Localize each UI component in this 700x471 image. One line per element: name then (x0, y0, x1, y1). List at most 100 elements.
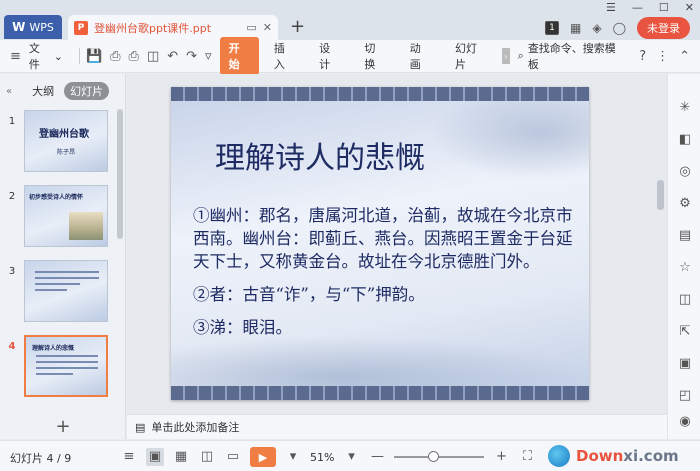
more-icon[interactable]: ⋮ (656, 49, 669, 64)
export-pdf-icon[interactable]: ⎙ (110, 49, 120, 64)
redo-icon[interactable]: ↷ (186, 49, 197, 64)
status-bar: 幻灯片 4 / 9 ≡ ▣ ▦ ◫ ▭ ▶ ▾ 51% ▾ — + ⛶ Down… (0, 440, 700, 471)
image-icon[interactable]: ▣ (677, 356, 693, 372)
watermark-text: Downxi.com (576, 447, 679, 465)
slide-border-bottom (171, 386, 589, 400)
thumb-landscape-image (69, 212, 103, 240)
fit-window-icon[interactable]: ⛶ (518, 448, 536, 466)
slide-paragraph: ②者：古音“诈”，与“下”押韵。 (193, 285, 425, 304)
slide-thumbnail-active[interactable]: 理解诗人的悲慨 (24, 335, 108, 397)
slide-thumb-row[interactable]: 1 登幽州台歌 陈子昂 (0, 110, 118, 172)
save-icon[interactable]: 💾 (86, 49, 102, 64)
print-icon[interactable]: ⎙ (129, 49, 139, 64)
zoom-slider[interactable] (394, 451, 485, 462)
slide-paragraph: ③涕：眼泪。 (193, 318, 292, 337)
add-slide-button[interactable]: + (0, 414, 126, 438)
tab-slideshow[interactable]: 幻灯片 (446, 37, 496, 75)
right-toolbar: ✳ ◧ ◎ ⚙ ▤ ☆ ◫ ⇱ ▣ ◰ ◉ (667, 74, 700, 439)
tab-design[interactable]: 设计 (310, 37, 349, 75)
current-slide[interactable]: 理解诗人的悲慨 ①幽州：郡名，唐属河北道，治蓟，故城在今北京市西南。幽州台：即蓟… (171, 87, 589, 400)
close-window-icon[interactable]: ✕ (685, 1, 694, 14)
slide-thumb-row[interactable]: 3 (0, 260, 118, 322)
star-icon[interactable]: ☆ (677, 260, 693, 276)
reading-view-icon[interactable]: ◫ (198, 448, 216, 466)
normal-view-icon[interactable]: ▣ (146, 448, 164, 466)
menu-icon[interactable]: ☰ (606, 1, 616, 14)
thumb-title: 初步感受诗人的情怀 (29, 194, 84, 201)
thumbnail-scrollbar[interactable] (117, 109, 123, 239)
zoom-slider-thumb[interactable] (428, 451, 440, 462)
zoom-level[interactable]: 51% (310, 451, 334, 464)
settings-icon[interactable]: ⚙ (677, 196, 693, 212)
tab-transition[interactable]: 切换 (355, 37, 394, 75)
tab-animation[interactable]: 动画 (401, 37, 440, 75)
close-tab-icon[interactable]: ✕ (263, 21, 272, 34)
hamburger-icon[interactable]: ≡ (10, 49, 21, 64)
sorter-view-icon[interactable]: ▦ (172, 448, 190, 466)
play-options-icon[interactable]: ▾ (284, 448, 302, 466)
file-menu-label: 文件 (28, 42, 40, 71)
slide-counter: 幻灯片 4 / 9 (10, 452, 72, 465)
thumb-text-lines (35, 271, 99, 295)
maximize-icon[interactable]: ☐ (659, 1, 669, 14)
skin-icon[interactable]: ◈ (592, 21, 601, 35)
screen-icon[interactable]: ▭ (246, 21, 256, 34)
play-slideshow-button[interactable]: ▶ (250, 447, 276, 467)
slide-title[interactable]: 理解诗人的悲慨 (215, 133, 425, 177)
user-icon[interactable]: ◯ (613, 21, 626, 35)
tab-slides[interactable]: 幻灯片 (64, 82, 110, 100)
help-icon[interactable]: ? (639, 49, 646, 64)
preview-icon[interactable]: ◫ (147, 49, 159, 64)
slide-thumbnail[interactable]: 初步感受诗人的情怀 (24, 185, 108, 247)
grid-icon[interactable]: ▦ (570, 21, 581, 35)
document-tab-name: 登幽州台歌ppt课件.ppt (94, 21, 212, 35)
notes-icon: ▤ (135, 420, 146, 434)
handout-view-icon[interactable]: ▭ (224, 448, 242, 466)
slide-number: 4 (8, 341, 16, 352)
title-right-area: 1 ▦ ◈ ◯ 未登录 (544, 17, 690, 39)
search-command[interactable]: ⌕ 查找命令、搜索模板 (518, 40, 624, 72)
collapse-panel-icon[interactable]: « (6, 86, 12, 97)
undo-icon[interactable]: ↶ (167, 49, 178, 64)
customize-icon[interactable]: ▿ (205, 49, 212, 64)
wps-home-label: WPS (29, 20, 54, 34)
minimize-icon[interactable]: — (632, 1, 643, 14)
tab-home[interactable]: 开始 (219, 37, 259, 75)
ribbon-scroll-right-icon[interactable]: › (501, 48, 510, 64)
pin-icon[interactable]: ✳ (677, 100, 693, 116)
ppt-file-icon: P (74, 20, 88, 35)
zoom-out-icon[interactable]: — (368, 448, 386, 466)
notes-bar[interactable]: ▤ 单击此处添加备注 (127, 414, 667, 439)
collapse-ribbon-icon[interactable]: ⌃ (679, 49, 690, 64)
slide-number: 1 (8, 116, 16, 127)
help-circle-icon[interactable]: ◉ (677, 414, 693, 430)
new-tab-button[interactable]: + (290, 16, 305, 37)
workspace-badge[interactable]: 1 (544, 21, 559, 35)
format-icon[interactable]: ◫ (677, 292, 693, 308)
slide-thumbnail[interactable]: 登幽州台歌 陈子昂 (24, 110, 108, 172)
transform-icon[interactable]: ◰ (677, 388, 693, 404)
title-bar: ☰ — ☐ ✕ W WPS P 登幽州台歌ppt课件.ppt ▭ ✕ + 1 ▦… (0, 0, 700, 40)
zoom-in-icon[interactable]: + (492, 448, 510, 466)
slide-thumb-row-active[interactable]: 4 理解诗人的悲慨 (0, 335, 118, 397)
share-icon[interactable]: ⇱ (677, 324, 693, 340)
view-tools: ≡ ▣ ▦ ◫ ▭ ▶ ▾ 51% ▾ — + ⛶ (120, 447, 536, 467)
login-button[interactable]: 未登录 (637, 17, 690, 39)
editor-scrollbar[interactable] (657, 180, 664, 210)
slide-body[interactable]: ①幽州：郡名，唐属河北道，治蓟，故城在今北京市西南。幽州台：即蓟丘、燕台。因燕昭… (193, 204, 573, 349)
slide-border-top (171, 87, 589, 101)
thumb-subtitle: 陈子昂 (57, 149, 76, 156)
tab-outline[interactable]: 大纲 (26, 82, 60, 100)
zoom-dropdown-icon[interactable]: ▾ (342, 448, 360, 466)
wps-home-tab[interactable]: W WPS (4, 15, 62, 39)
slide-thumb-row[interactable]: 2 初步感受诗人的情怀 (0, 185, 118, 247)
panel-tabs: « 大纲 幻灯片 (6, 82, 120, 100)
tab-insert[interactable]: 插入 (265, 37, 304, 75)
notes-toggle-icon[interactable]: ≡ (120, 448, 138, 466)
chat-icon[interactable]: ◧ (677, 132, 693, 148)
shapes-icon[interactable]: ◎ (677, 164, 693, 180)
file-menu[interactable]: 文件 ⌄ (29, 40, 63, 72)
slide-thumbnail[interactable] (24, 260, 108, 322)
search-icon: ⌕ (517, 49, 524, 62)
layout-icon[interactable]: ▤ (677, 228, 693, 244)
